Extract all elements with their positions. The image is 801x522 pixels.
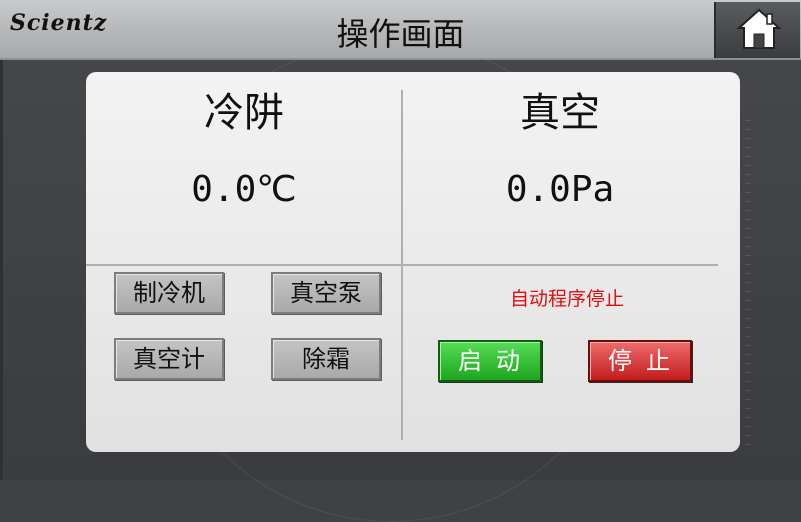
- stop-button[interactable]: 停止: [588, 340, 692, 382]
- program-status: 自动程序停止: [509, 288, 624, 310]
- temperature-reading: 0.0℃: [191, 169, 297, 210]
- vacuum-title: 真空: [520, 90, 600, 136]
- vacuum-reading: 0.0Pa: [505, 169, 615, 210]
- home-button[interactable]: [714, 2, 800, 58]
- horizontal-divider: [86, 264, 718, 266]
- control-panel: 冷阱 0.0℃ 真空 0.0Pa 制冷机 真空泵 真空计 除霜 自动程序停止 启…: [86, 72, 740, 452]
- refrigerator-button[interactable]: 制冷机: [114, 272, 224, 314]
- page-title: 操作画面: [336, 15, 465, 53]
- defrost-button[interactable]: 除霜: [271, 338, 381, 380]
- vacuum-pump-button[interactable]: 真空泵: [271, 272, 381, 314]
- background-edge: [0, 60, 3, 480]
- header-bar: Scientz 操作画面: [0, 0, 801, 60]
- start-button[interactable]: 启动: [438, 340, 542, 382]
- background-scale: [745, 120, 751, 450]
- vacuum-gauge-button[interactable]: 真空计: [114, 338, 224, 380]
- cold-trap-title: 冷阱: [204, 90, 284, 136]
